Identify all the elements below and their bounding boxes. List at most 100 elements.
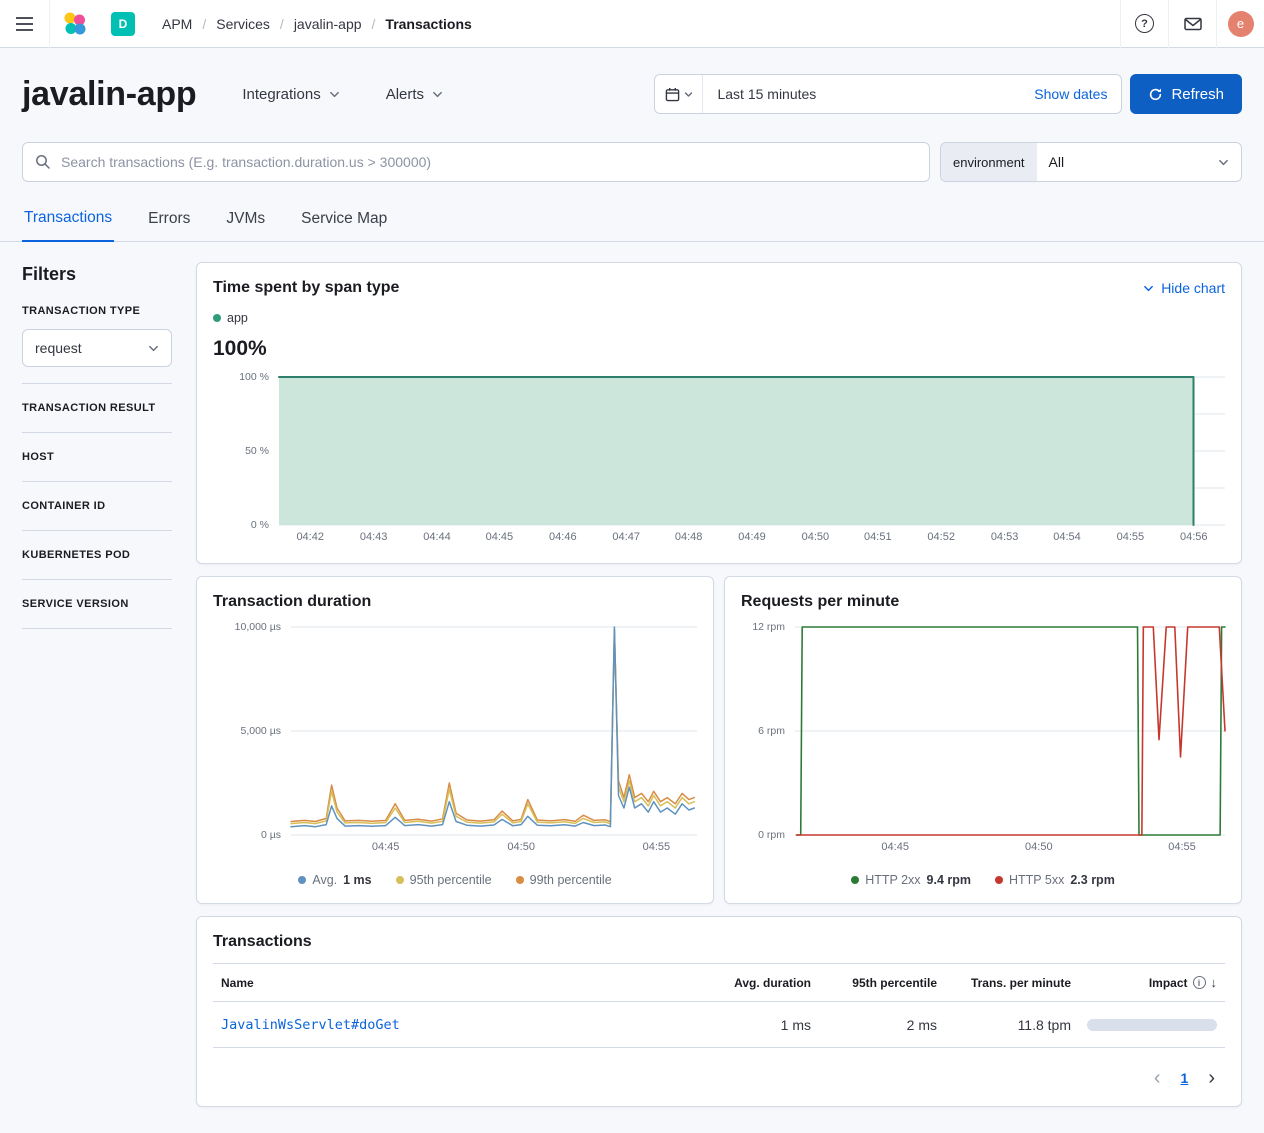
filter-kubernetes-pod[interactable]: KUBERNETES POD <box>22 531 172 580</box>
search-row: environment All <box>0 142 1264 182</box>
requests-per-minute-panel: Requests per minute 12 rpm 6 rpm 0 rpm 0… <box>724 576 1242 904</box>
refresh-icon <box>1148 87 1163 102</box>
integrations-menu[interactable]: Integrations <box>242 86 339 103</box>
requests-per-minute-chart[interactable] <box>795 627 1225 835</box>
chevron-down-icon <box>684 90 693 99</box>
alerts-menu[interactable]: Alerts <box>386 86 443 103</box>
legend-dot <box>851 876 859 884</box>
column-header-name[interactable]: Name <box>213 964 701 1002</box>
rpm-chart-x-axis: 04:45 04:50 04:55 <box>795 841 1225 857</box>
page-title: javalin-app <box>22 75 196 114</box>
refresh-button[interactable]: Refresh <box>1130 74 1242 114</box>
span-type-chart[interactable] <box>279 377 1225 525</box>
breadcrumb-separator <box>362 16 386 32</box>
pagination: ‹ 1 › <box>213 1066 1225 1090</box>
help-button[interactable]: ? <box>1120 0 1168 48</box>
impact-info-icon[interactable]: i <box>1193 976 1206 989</box>
transactions-panel: Transactions Name Avg. duration 95th per… <box>196 916 1242 1107</box>
span-type-panel-title: Time spent by span type <box>213 279 399 297</box>
filter-transaction-type-label: TRANSACTION TYPE <box>22 305 172 317</box>
alerts-menu-label: Alerts <box>386 86 424 103</box>
breadcrumb-separator <box>270 16 294 32</box>
filter-service-version[interactable]: SERVICE VERSION <box>22 580 172 629</box>
chevron-down-icon <box>432 89 443 100</box>
legend-dot <box>516 876 524 884</box>
breadcrumb-service-name[interactable]: javalin-app <box>294 16 362 32</box>
previous-page-button[interactable]: ‹ <box>1144 1068 1171 1088</box>
refresh-label: Refresh <box>1171 86 1224 103</box>
breadcrumb-apm[interactable]: APM <box>162 16 192 32</box>
tab-transactions[interactable]: Transactions <box>22 196 114 242</box>
page-header: javalin-app Integrations Alerts Last 15 … <box>0 48 1264 118</box>
legend-item-avg[interactable]: Avg. 1 ms <box>298 873 371 887</box>
chevron-down-icon <box>329 89 340 100</box>
hamburger-icon <box>16 17 33 31</box>
cell-95th-percentile: 2 ms <box>819 1002 945 1048</box>
column-header-impact[interactable]: Impact i ↓ <box>1079 964 1225 1002</box>
filters-title: Filters <box>22 264 172 285</box>
hide-chart-button[interactable]: Hide chart <box>1143 280 1225 296</box>
time-range-button[interactable]: Last 15 minutes <box>703 75 1020 113</box>
chevron-down-icon <box>1143 283 1154 294</box>
legend-item-http-2xx[interactable]: HTTP 2xx 9.4 rpm <box>851 873 971 887</box>
elastic-logo-icon <box>62 11 88 37</box>
tab-errors[interactable]: Errors <box>146 196 192 241</box>
filter-host[interactable]: HOST <box>22 433 172 482</box>
legend-item-99th[interactable]: 99th percentile <box>516 873 612 887</box>
chevron-down-icon <box>1218 157 1229 168</box>
date-picker: Last 15 minutes Show dates <box>654 74 1122 114</box>
chevron-down-icon <box>148 343 159 354</box>
transaction-link[interactable]: JavalinWsServlet#doGet <box>221 1017 400 1033</box>
environment-filter: environment All <box>940 142 1242 182</box>
column-header-95th-percentile[interactable]: 95th percentile <box>819 964 945 1002</box>
transactions-table: Name Avg. duration 95th percentile Trans… <box>213 963 1225 1048</box>
breadcrumb-services[interactable]: Services <box>216 16 270 32</box>
menu-button[interactable] <box>0 0 50 48</box>
requests-per-minute-title: Requests per minute <box>741 593 1225 611</box>
sort-desc-icon: ↓ <box>1211 975 1218 990</box>
search-transactions-input[interactable] <box>22 142 930 182</box>
column-header-trans-per-minute[interactable]: Trans. per minute <box>945 964 1079 1002</box>
environment-select[interactable]: All <box>1037 143 1241 181</box>
space-badge[interactable]: D <box>111 12 135 36</box>
transaction-type-value: request <box>35 340 82 356</box>
user-menu-button[interactable]: e <box>1216 0 1264 48</box>
transaction-duration-chart[interactable] <box>291 627 697 835</box>
transaction-duration-title: Transaction duration <box>213 593 697 611</box>
next-page-button[interactable]: › <box>1198 1068 1225 1088</box>
impact-bar <box>1087 1019 1217 1031</box>
column-header-avg-duration[interactable]: Avg. duration <box>701 964 819 1002</box>
legend-item-http-5xx[interactable]: HTTP 5xx 2.3 rpm <box>995 873 1115 887</box>
span-type-current-value: 100% <box>213 337 1225 361</box>
legend-dot <box>298 876 306 884</box>
transaction-type-select[interactable]: request <box>22 329 172 367</box>
filters-sidebar: Filters TRANSACTION TYPE request TRANSAC… <box>22 262 172 1107</box>
duration-chart-legend: Avg. 1 ms 95th percentile 99th percentil… <box>213 873 697 887</box>
legend-dot <box>396 876 404 884</box>
integrations-menu-label: Integrations <box>242 86 320 103</box>
calendar-icon <box>665 87 680 102</box>
elastic-logo[interactable] <box>50 0 100 48</box>
filter-container-id[interactable]: CONTAINER ID <box>22 482 172 531</box>
legend-item-app[interactable]: app <box>213 311 248 325</box>
filter-transaction-type: TRANSACTION TYPE request <box>22 305 172 384</box>
table-row[interactable]: JavalinWsServlet#doGet 1 ms 2 ms 11.8 tp… <box>213 1002 1225 1048</box>
rpm-chart-y-axis: 12 rpm 6 rpm 0 rpm <box>741 627 795 835</box>
quick-select-button[interactable] <box>655 75 703 113</box>
envelope-icon <box>1184 16 1202 32</box>
page-1-button[interactable]: 1 <box>1173 1066 1197 1090</box>
filter-transaction-result[interactable]: TRANSACTION RESULT <box>22 384 172 433</box>
newsfeed-button[interactable] <box>1168 0 1216 48</box>
legend-dot <box>995 876 1003 884</box>
transactions-panel-title: Transactions <box>213 933 1225 951</box>
environment-label: environment <box>941 143 1037 181</box>
legend-item-95th[interactable]: 95th percentile <box>396 873 492 887</box>
show-dates-link[interactable]: Show dates <box>1020 75 1121 113</box>
breadcrumb-current: Transactions <box>385 16 471 32</box>
tab-service-map[interactable]: Service Map <box>299 196 389 241</box>
tab-jvms[interactable]: JVMs <box>224 196 267 241</box>
breadcrumb-separator <box>192 16 216 32</box>
span-type-panel: Time spent by span type Hide chart app 1… <box>196 262 1242 564</box>
environment-value: All <box>1049 154 1065 170</box>
search-icon <box>35 154 51 170</box>
